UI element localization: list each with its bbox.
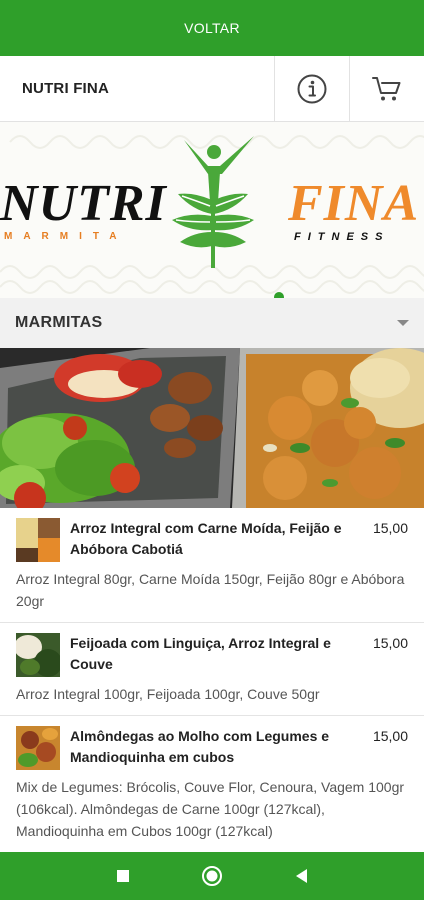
store-header: NUTRI FINA	[0, 56, 424, 122]
logo-nutri: NUTRI	[0, 175, 167, 232]
home-icon[interactable]	[201, 865, 223, 887]
product-thumbnail	[16, 633, 60, 677]
product-description: Arroz Integral 80gr, Carne Moída 150gr, …	[16, 571, 405, 609]
dropdown-caret-icon	[397, 320, 409, 326]
product-item[interactable]: Feijoada com Linguiça, Arroz Integral e …	[0, 623, 424, 716]
product-price: 15,00	[372, 520, 408, 536]
product-price: 15,00	[372, 728, 408, 744]
food-photo	[0, 348, 424, 508]
leaf-figure-logo	[172, 136, 254, 268]
category-label: MARMITAS	[15, 314, 103, 331]
back-icon[interactable]	[294, 868, 308, 884]
cart-icon	[372, 76, 401, 100]
logo-marmita: MARMITA	[4, 231, 128, 242]
info-button[interactable]	[274, 56, 349, 121]
info-icon	[297, 74, 327, 103]
product-thumbnail	[16, 518, 60, 562]
product-price: 15,00	[372, 635, 408, 651]
system-nav-bar	[0, 852, 424, 900]
product-title: Almôndegas ao Molho com Legumes e Mandio…	[70, 728, 330, 765]
store-name: NUTRI FINA	[22, 80, 109, 97]
product-item[interactable]: Almôndegas ao Molho com Legumes e Mandio…	[0, 716, 424, 852]
product-title: Arroz Integral com Carne Moída, Feijão e…	[70, 520, 342, 557]
cart-button[interactable]	[349, 56, 424, 121]
product-list: Arroz Integral com Carne Moída, Feijão e…	[0, 508, 424, 852]
back-bar[interactable]: VOLTAR	[0, 0, 424, 56]
product-item[interactable]: Arroz Integral com Carne Moída, Feijão e…	[0, 508, 424, 623]
store-banner: NUTRI MARMITA FINA FITNESS	[0, 122, 424, 298]
category-image	[0, 348, 424, 508]
logo-fina: FINA	[288, 175, 420, 232]
product-title: Feijoada com Linguiça, Arroz Integral e …	[70, 635, 331, 672]
product-description: Arroz Integral 100gr, Feijoada 100gr, Co…	[16, 686, 320, 702]
recent-apps-icon[interactable]	[116, 869, 130, 883]
product-thumbnail	[16, 726, 60, 770]
category-header[interactable]: MARMITAS	[0, 298, 424, 348]
logo-fitness: FITNESS	[294, 231, 390, 243]
product-description: Mix de Legumes: Brócolis, Couve Flor, Ce…	[16, 779, 405, 839]
back-label[interactable]: VOLTAR	[184, 20, 240, 36]
